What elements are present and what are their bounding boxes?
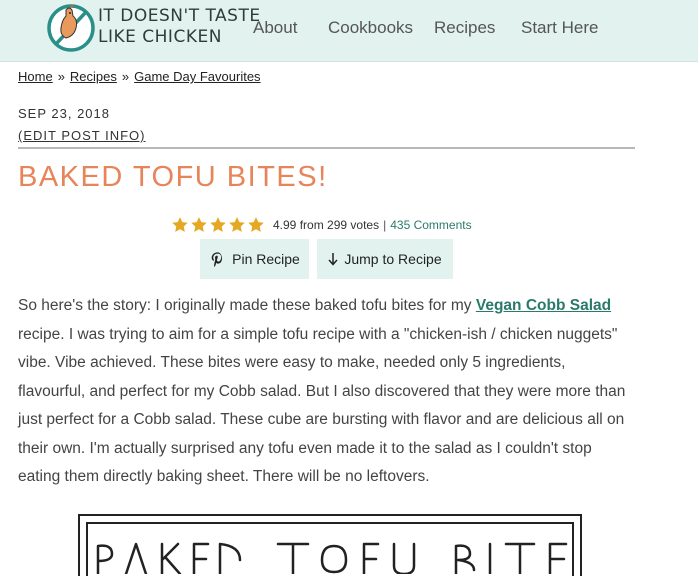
page-title: BAKED TOFU BITES! [18, 161, 328, 193]
hero-title-lettering [96, 542, 568, 574]
intro-text-start: So here's the story: I originally made t… [18, 297, 476, 314]
nav-cookbooks[interactable]: Cookbooks [328, 18, 413, 38]
intro-paragraph: So here's the story: I originally made t… [18, 292, 630, 492]
rating-stars[interactable] [171, 216, 265, 234]
star-icon [191, 217, 207, 232]
recipe-rating: 4.99 from 299 votes | 435 Comments [171, 214, 472, 236]
rating-from: from [299, 218, 324, 232]
vegan-cobb-salad-link[interactable]: Vegan Cobb Salad [476, 297, 611, 314]
logo-line-2: LIKE CHICKEN [98, 27, 222, 47]
pinterest-icon [209, 251, 226, 268]
jump-to-recipe-label: Jump to Recipe [344, 251, 442, 267]
star-icon [210, 217, 226, 232]
post-date: SEP 23, 2018 [18, 106, 110, 121]
pin-recipe-button[interactable]: Pin Recipe [200, 239, 309, 279]
intro-text-end: recipe. I was trying to aim for a simple… [18, 325, 626, 486]
rating-value: 4.99 [273, 218, 297, 232]
site-header: IT DOESN'T TASTE LIKE CHICKEN About Cook… [0, 0, 698, 62]
rating-votes: 299 votes [327, 218, 380, 232]
breadcrumb-separator: » [57, 69, 65, 84]
logo-wordmark: IT DOESN'T TASTE LIKE CHICKEN [98, 6, 261, 48]
arrow-down-icon [328, 252, 338, 266]
edit-post-info-link[interactable]: (EDIT POST INFO) [18, 128, 145, 143]
site-logo[interactable]: IT DOESN'T TASTE LIKE CHICKEN [46, 2, 261, 54]
nav-recipes[interactable]: Recipes [434, 18, 495, 38]
breadcrumb-home[interactable]: Home [18, 69, 53, 84]
pin-recipe-label: Pin Recipe [232, 251, 300, 267]
comments-link[interactable]: 435 Comments [390, 218, 471, 232]
star-icon [172, 217, 188, 232]
rating-divider: | [383, 218, 387, 232]
nav-start-here[interactable]: Start Here [521, 18, 598, 38]
divider [18, 147, 635, 149]
breadcrumb: Home » Recipes » Game Day Favourites [18, 69, 261, 84]
chicken-logo-icon [47, 4, 95, 52]
breadcrumb-game-day-favourites[interactable]: Game Day Favourites [134, 69, 260, 84]
jump-to-recipe-button[interactable]: Jump to Recipe [317, 239, 453, 279]
breadcrumb-recipes[interactable]: Recipes [70, 69, 117, 84]
recipe-hero-image [78, 514, 582, 576]
breadcrumb-separator: » [121, 69, 130, 84]
nav-about[interactable]: About [253, 18, 297, 38]
star-icon [229, 217, 245, 232]
rating-summary: 4.99 from 299 votes | 435 Comments [273, 218, 472, 232]
logo-line-1: IT DOESN'T TASTE [98, 6, 261, 26]
star-icon [248, 217, 264, 232]
